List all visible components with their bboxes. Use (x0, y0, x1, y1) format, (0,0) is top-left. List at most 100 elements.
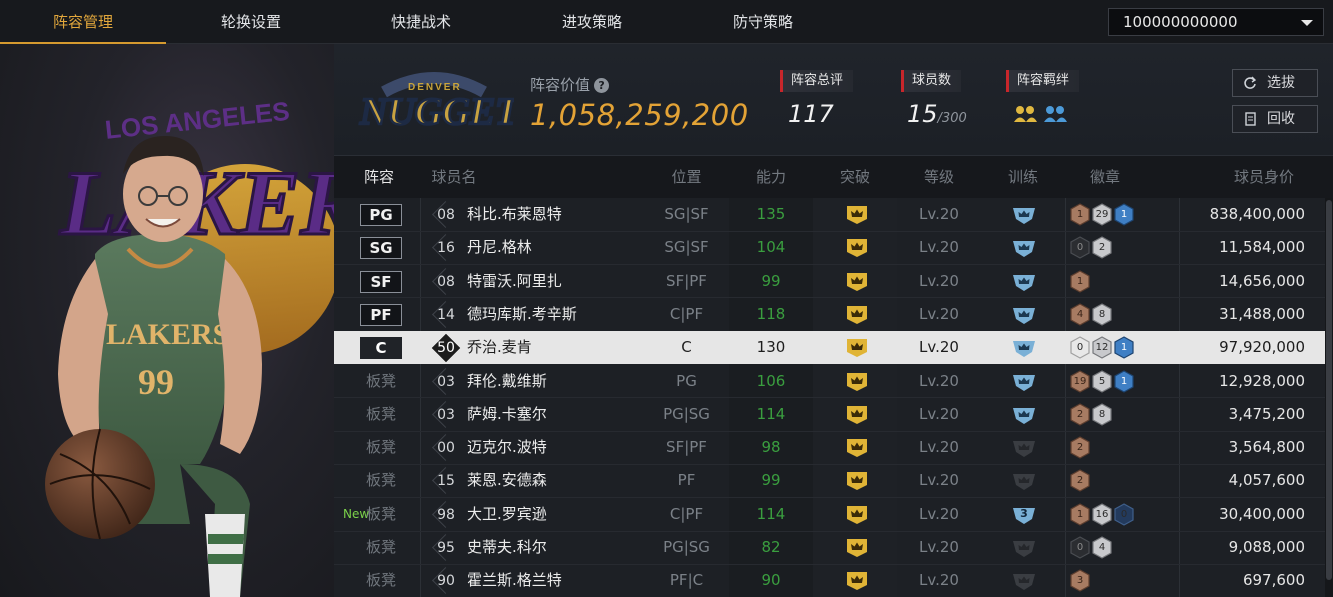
crown-icon[interactable] (846, 571, 868, 591)
table-row[interactable]: C 50 乔治.麦肯 C 130 Lv.20 0 12 1 97,920,000 (334, 331, 1325, 365)
badge-icon[interactable]: 8 (1092, 303, 1112, 326)
training-shield-icon[interactable] (1012, 372, 1036, 392)
col-lineup[interactable]: 阵容 (334, 156, 424, 198)
table-row[interactable]: 板凳 00 迈克尔.波特 SF|PF 98 Lv.20 2 3,564,800 (334, 431, 1325, 464)
badge-icon[interactable]: 1 (1114, 369, 1134, 393)
badge-icon[interactable]: 4 (1070, 303, 1090, 326)
crown-icon[interactable] (846, 471, 868, 491)
bench-label[interactable]: 板凳 (334, 398, 428, 431)
training-shield-icon[interactable] (1012, 571, 1036, 591)
lineup-slot-tag[interactable]: PG (360, 204, 402, 226)
bench-label[interactable]: 板凳 (334, 498, 428, 531)
player-name[interactable]: 乔治.麦肯 (467, 331, 532, 364)
bench-label[interactable]: 板凳 (334, 531, 428, 564)
badge-icon[interactable]: 1 (1070, 203, 1090, 226)
crown-icon[interactable] (846, 305, 868, 325)
col-level[interactable]: 等级 (897, 156, 981, 198)
crown-icon[interactable] (846, 538, 868, 558)
badge-icon[interactable]: 16 (1092, 503, 1112, 526)
crown-icon[interactable] (846, 338, 868, 358)
training-shield-icon[interactable] (1012, 471, 1036, 491)
tab-defense-strategy[interactable]: 防守策略 (678, 0, 848, 44)
scrollbar-thumb[interactable] (1326, 200, 1332, 580)
table-row[interactable]: New 板凳 98 大卫.罗宾逊 C|PF 114 Lv.20 3 1 16 0 30,400,000 (334, 498, 1325, 531)
player-name[interactable]: 大卫.罗宾逊 (467, 498, 547, 531)
training-shield-icon[interactable] (1012, 538, 1036, 558)
player-name[interactable]: 迈克尔.波特 (467, 431, 547, 464)
player-name[interactable]: 科比.布莱恩特 (467, 198, 562, 231)
table-row[interactable]: PG 08 科比.布莱恩特 SG|SF 135 Lv.20 1 29 1 838,400,000 (334, 198, 1325, 231)
badge-icon[interactable]: 8 (1092, 403, 1112, 426)
lineup-slot-tag[interactable]: C (360, 337, 402, 360)
table-row[interactable]: 板凳 15 莱恩.安德森 PF 99 Lv.20 2 4,057,600 (334, 464, 1325, 497)
badge-icon[interactable]: 3 (1070, 569, 1090, 592)
table-row[interactable]: 板凳 95 史蒂夫.科尔 PG|SG 82 Lv.20 0 4 9,088,000 (334, 531, 1325, 564)
badge-icon[interactable]: 4 (1092, 536, 1112, 559)
training-shield-icon[interactable] (1012, 305, 1036, 325)
training-shield-icon[interactable] (1012, 338, 1036, 358)
badge-icon[interactable]: 0 (1070, 236, 1090, 259)
training-shield-icon[interactable] (1012, 438, 1036, 458)
crown-icon[interactable] (846, 238, 868, 258)
player-name[interactable]: 史蒂夫.科尔 (467, 531, 547, 564)
training-shield-icon[interactable] (1012, 272, 1036, 292)
bench-label[interactable]: 板凳 (334, 464, 428, 497)
table-scrollbar[interactable] (1325, 198, 1333, 597)
player-name[interactable]: 霍兰斯.格兰特 (467, 564, 562, 597)
training-shield-icon[interactable] (1012, 238, 1036, 258)
bench-label[interactable]: 板凳 (334, 564, 428, 597)
player-name[interactable]: 特雷沃.阿里扎 (467, 265, 562, 298)
coin-dropdown[interactable]: 100000000000 (1108, 8, 1324, 36)
bench-label[interactable]: 板凳 (334, 431, 428, 464)
crown-icon[interactable] (846, 505, 868, 525)
player-name[interactable]: 丹尼.格林 (467, 231, 532, 264)
recycle-button[interactable]: 回收 (1232, 105, 1318, 133)
tab-lineup-management[interactable]: 阵容管理 (0, 0, 166, 44)
col-name[interactable]: 球员名 (424, 156, 484, 198)
badge-icon[interactable]: 0 (1070, 336, 1090, 359)
bond-icons[interactable] (1012, 102, 1068, 126)
col-breakthrough[interactable]: 突破 (813, 156, 897, 198)
crown-icon[interactable] (846, 438, 868, 458)
badge-icon[interactable]: 0 (1114, 503, 1134, 526)
col-position[interactable]: 位置 (644, 156, 729, 198)
badge-icon[interactable]: 1 (1070, 269, 1090, 293)
table-row[interactable]: SG 16 丹尼.格林 SG|SF 104 Lv.20 0 2 11,584,000 (334, 231, 1325, 264)
badge-icon[interactable]: 2 (1070, 469, 1090, 493)
table-row[interactable]: 板凳 03 拜伦.戴维斯 PG 106 Lv.20 19 5 1 12,928,000 (334, 365, 1325, 398)
table-row[interactable]: 板凳 90 霍兰斯.格兰特 PF|C 90 Lv.20 3 697,600 (334, 564, 1325, 597)
table-row[interactable]: SF 08 特雷沃.阿里扎 SF|PF 99 Lv.20 1 14,656,000 (334, 265, 1325, 298)
tab-rotation-settings[interactable]: 轮换设置 (166, 0, 336, 44)
badge-icon[interactable]: 2 (1070, 436, 1090, 459)
lineup-slot-tag[interactable]: PF (360, 303, 402, 326)
badge-icon[interactable]: 2 (1092, 236, 1112, 259)
crown-icon[interactable] (846, 405, 868, 425)
bench-label[interactable]: 板凳 (334, 365, 428, 398)
table-row[interactable]: 板凳 03 萨姆.卡塞尔 PG|SG 114 Lv.20 2 8 3,475,200 (334, 398, 1325, 431)
badge-icon[interactable]: 2 (1070, 403, 1090, 426)
tab-offense-strategy[interactable]: 进攻策略 (506, 0, 678, 44)
lineup-slot-tag[interactable]: SG (360, 237, 402, 260)
col-badges[interactable]: 徽章 (1065, 156, 1145, 198)
select-button[interactable]: 选拔 (1232, 69, 1318, 97)
crown-icon[interactable] (846, 372, 868, 392)
badge-icon[interactable]: 1 (1114, 336, 1134, 359)
crown-icon[interactable] (846, 205, 868, 225)
player-name[interactable]: 莱恩.安德森 (467, 464, 547, 497)
badge-icon[interactable]: 12 (1092, 336, 1112, 359)
badge-icon[interactable]: 19 (1070, 369, 1090, 393)
col-player-value[interactable]: 球员身价 (1214, 156, 1314, 198)
crown-icon[interactable] (846, 272, 868, 292)
badge-icon[interactable]: 29 (1092, 203, 1112, 226)
lineup-slot-tag[interactable]: SF (360, 270, 402, 293)
badge-icon[interactable]: 1 (1114, 203, 1134, 226)
tab-quick-tactics[interactable]: 快捷战术 (336, 0, 506, 44)
table-row[interactable]: PF 14 德玛库斯.考辛斯 C|PF 118 Lv.20 4 8 31,488,000 (334, 298, 1325, 331)
col-ability[interactable]: 能力 (729, 156, 813, 198)
help-icon[interactable]: ? (594, 78, 610, 93)
player-name[interactable]: 拜伦.戴维斯 (467, 365, 547, 398)
badge-icon[interactable]: 5 (1092, 369, 1112, 393)
player-name[interactable]: 萨姆.卡塞尔 (467, 398, 547, 431)
col-training[interactable]: 训练 (981, 156, 1065, 198)
training-shield-icon[interactable] (1012, 405, 1036, 425)
